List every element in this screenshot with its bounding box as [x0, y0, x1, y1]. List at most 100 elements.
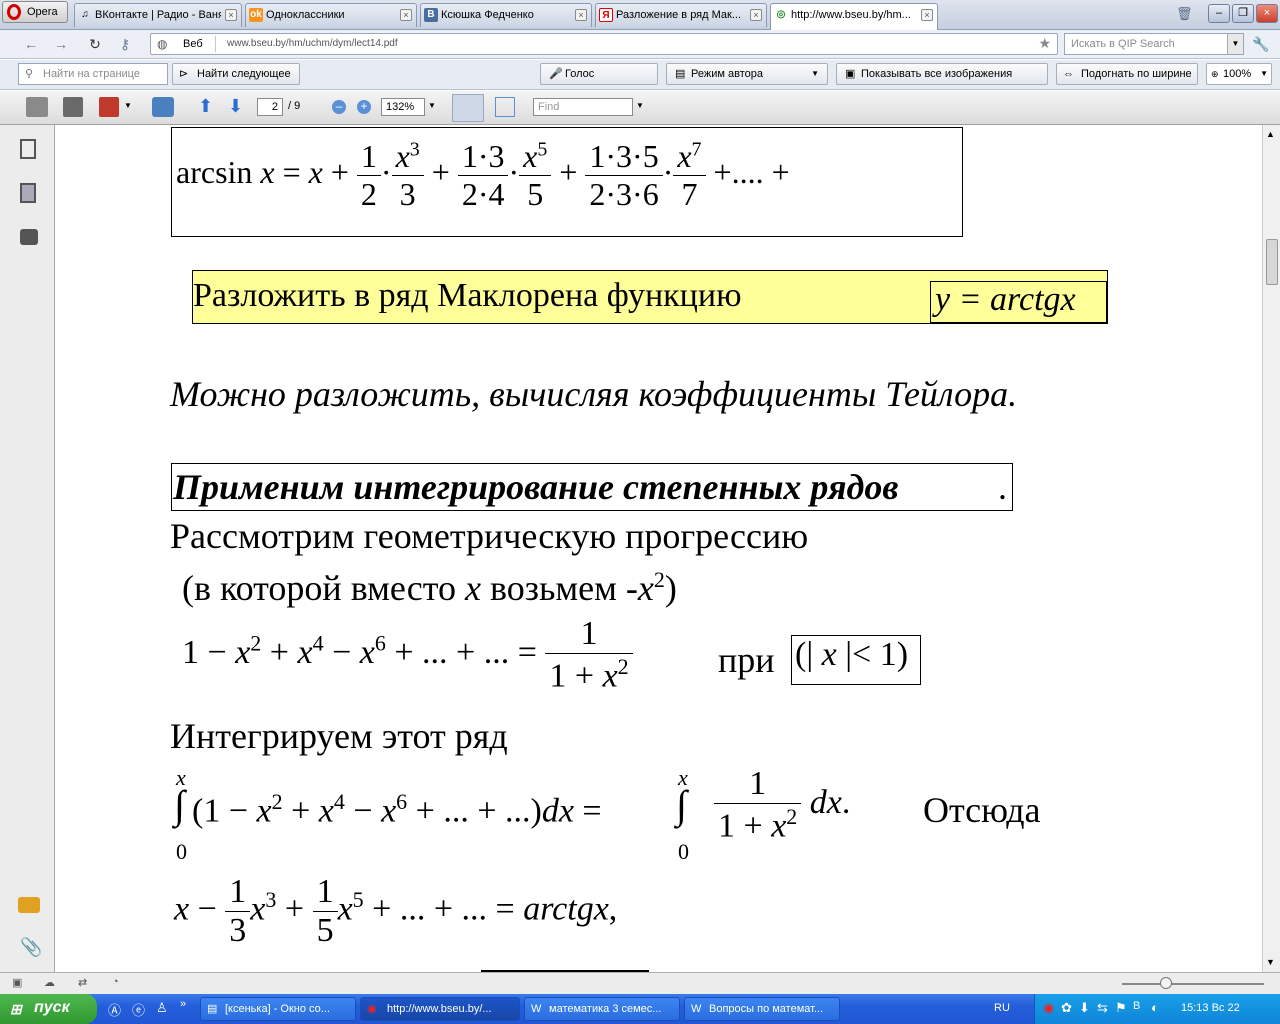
taskbar-item-chat[interactable]: ▤ [ксенька] - Окно со...	[200, 997, 356, 1021]
pdf-navigation-pane: 📎	[0, 125, 55, 972]
vk-tray-icon[interactable]: В	[1133, 1000, 1140, 1012]
fit-width-button[interactable]: ⇔ Подогнать по ширине	[1056, 63, 1198, 85]
acrobat-tools-icon[interactable]	[152, 97, 174, 117]
share-icon[interactable]	[99, 97, 119, 117]
zoom-out-icon[interactable]: –	[332, 100, 346, 114]
aim-icon[interactable]: Ⓐ	[108, 1000, 121, 1019]
zoom-icon: ⊕	[1211, 69, 1219, 79]
chevron-down-icon[interactable]: ▼	[428, 101, 436, 110]
next-page-icon[interactable]: ⬇	[228, 96, 243, 117]
print-icon[interactable]	[26, 97, 48, 117]
hence-word: Отсюда	[923, 790, 1041, 830]
author-mode-dropdown[interactable]: ▤ Режим автора ▼	[666, 63, 828, 85]
messenger-icon[interactable]: ♙	[156, 1000, 168, 1016]
panel-toggle-icon[interactable]: ▣	[12, 976, 22, 989]
taskbar-item-word-math[interactable]: W математика 3 семес...	[524, 997, 680, 1021]
taskbar-item-opera[interactable]: ◉ http://www.bseu.by/...	[360, 997, 520, 1021]
restore-button[interactable]: ❐	[1232, 4, 1254, 23]
flag-icon[interactable]: ⚑	[1115, 1000, 1127, 1016]
tab-vk-profile[interactable]: B Ксюшка Федченко ×	[420, 3, 592, 27]
star-icon[interactable]: ★	[1038, 35, 1051, 52]
chevron-down-icon[interactable]: ▼	[1227, 34, 1243, 54]
close-icon[interactable]: ×	[575, 9, 587, 21]
cloud-icon[interactable]: ☁	[44, 976, 55, 989]
find-next-button[interactable]: ⊳ Найти следующее	[172, 63, 300, 85]
zoom-select[interactable]: ⊕ 100% ▼	[1206, 63, 1272, 85]
minimize-button[interactable]: –	[1208, 4, 1230, 23]
tab-yandex-maclaurin[interactable]: Я Разложение в ряд Мак... ×	[595, 3, 767, 27]
download-icon[interactable]: ⬇	[1079, 1000, 1090, 1016]
tab-odnoklassniki[interactable]: ok Одноклассники ×	[245, 3, 417, 27]
sync-icon[interactable]: ⇄	[78, 976, 87, 989]
substitution-line: (в которой вместо x возьмем -x2)	[182, 567, 677, 608]
chevron-down-icon[interactable]: ▼	[124, 101, 132, 110]
close-window-button[interactable]: ×	[1256, 4, 1278, 23]
voice-button[interactable]: 🎤 Голос	[540, 63, 658, 85]
start-button[interactable]: ⊞ пуск	[0, 994, 97, 1024]
fit-page-button[interactable]	[452, 94, 484, 122]
reload-icon[interactable]: ↻	[84, 34, 106, 54]
qip-search-input[interactable]: Искать в QIP Search ▼	[1064, 33, 1244, 55]
pages-icon[interactable]	[20, 139, 36, 159]
zoom-slider-handle[interactable]	[1160, 977, 1172, 989]
volume-icon[interactable]: ◐	[1151, 1000, 1159, 1015]
vertical-scrollbar[interactable]: ▲ ▼	[1262, 125, 1280, 972]
opera-label: Opera	[27, 6, 58, 18]
scroll-up-icon[interactable]: ▲	[1266, 129, 1275, 139]
taskbar-item-label: [ксенька] - Окно со...	[225, 1003, 330, 1015]
previous-page-icon[interactable]: ⬆	[198, 96, 213, 117]
clock[interactable]: 15:13 Вс 22	[1181, 1002, 1240, 1014]
windows-logo-icon: ⊞	[10, 1001, 22, 1017]
close-icon[interactable]: ×	[400, 9, 412, 21]
close-icon[interactable]: ×	[750, 9, 762, 21]
convergence-condition: (| x |< 1)	[791, 635, 921, 685]
key-icon[interactable]: ⚷	[114, 34, 136, 54]
word-icon: W	[531, 1003, 542, 1015]
speed-dial-icon[interactable]: ◔	[112, 976, 119, 988]
forward-icon[interactable]: →	[50, 34, 72, 54]
back-icon[interactable]: ←	[20, 34, 42, 54]
opera-tray-icon[interactable]: ◉	[1043, 1000, 1054, 1016]
page-total: / 9	[288, 100, 301, 112]
heading-period: .	[998, 467, 1007, 507]
tab-label: Одноклассники	[266, 9, 345, 21]
attachment-icon[interactable]: 📎	[20, 937, 42, 958]
save-icon[interactable]	[63, 97, 83, 117]
qip-icon[interactable]: ✿	[1061, 1000, 1072, 1016]
taskbar-item-word-questions[interactable]: W Вопросы по математ...	[684, 997, 840, 1021]
binoculars-icon[interactable]	[20, 229, 38, 245]
tab-vkontakte-radio[interactable]: ♫ ВКонтакте | Радио - Ваня ×	[74, 3, 242, 27]
trash-icon[interactable]: 🗑	[1176, 6, 1193, 22]
chevron-right-icon[interactable]: »	[180, 998, 186, 1010]
zoom-in-icon[interactable]: +	[357, 100, 371, 114]
network-icon[interactable]: ⇆	[1097, 1000, 1108, 1016]
substitution-text-2: возьмем -	[489, 568, 638, 608]
internet-explorer-icon[interactable]: ⓔ	[132, 1000, 145, 1019]
tab-bseu-pdf[interactable]: ◎ http://www.bseu.by/hm... ×	[770, 3, 938, 30]
pdf-find-input[interactable]: Find	[533, 98, 633, 116]
wrench-icon[interactable]: 🔧	[1250, 34, 1272, 54]
comments-icon[interactable]	[18, 897, 40, 913]
scroll-down-icon[interactable]: ▼	[1266, 957, 1275, 967]
close-icon[interactable]: ×	[225, 9, 237, 21]
language-indicator[interactable]: RU	[994, 1002, 1010, 1014]
microphone-icon: 🎤	[549, 68, 563, 80]
bookmarks-icon[interactable]	[20, 183, 36, 203]
close-icon[interactable]: ×	[921, 9, 933, 21]
section-heading: Применим интегрирование степенных рядов	[173, 467, 899, 507]
find-on-page-input[interactable]: ⚲ Найти на странице	[18, 63, 168, 85]
opera-icon: ◎	[776, 9, 786, 20]
scrollbar-thumb[interactable]	[1266, 239, 1278, 285]
address-field[interactable]: ◍ Веб www.bseu.by/hm/uchm/dym/lect14.pdf…	[150, 33, 1058, 55]
chevron-down-icon[interactable]: ▼	[636, 101, 644, 110]
page-number-input[interactable]: 2	[257, 98, 283, 116]
fullscreen-icon[interactable]	[495, 97, 515, 117]
zoom-slider[interactable]	[1122, 983, 1264, 985]
show-images-button[interactable]: ▣ Показывать все изображения	[836, 63, 1048, 85]
voice-label: Голос	[565, 68, 595, 80]
pdf-zoom-input[interactable]: 132%	[381, 98, 425, 116]
find-next-icon: ⊳	[179, 68, 189, 80]
opera-menu-button[interactable]: Opera	[2, 1, 68, 23]
integrate-line: Интегрируем этот ряд	[170, 716, 508, 756]
task-function: y = arctgx	[930, 281, 1107, 323]
